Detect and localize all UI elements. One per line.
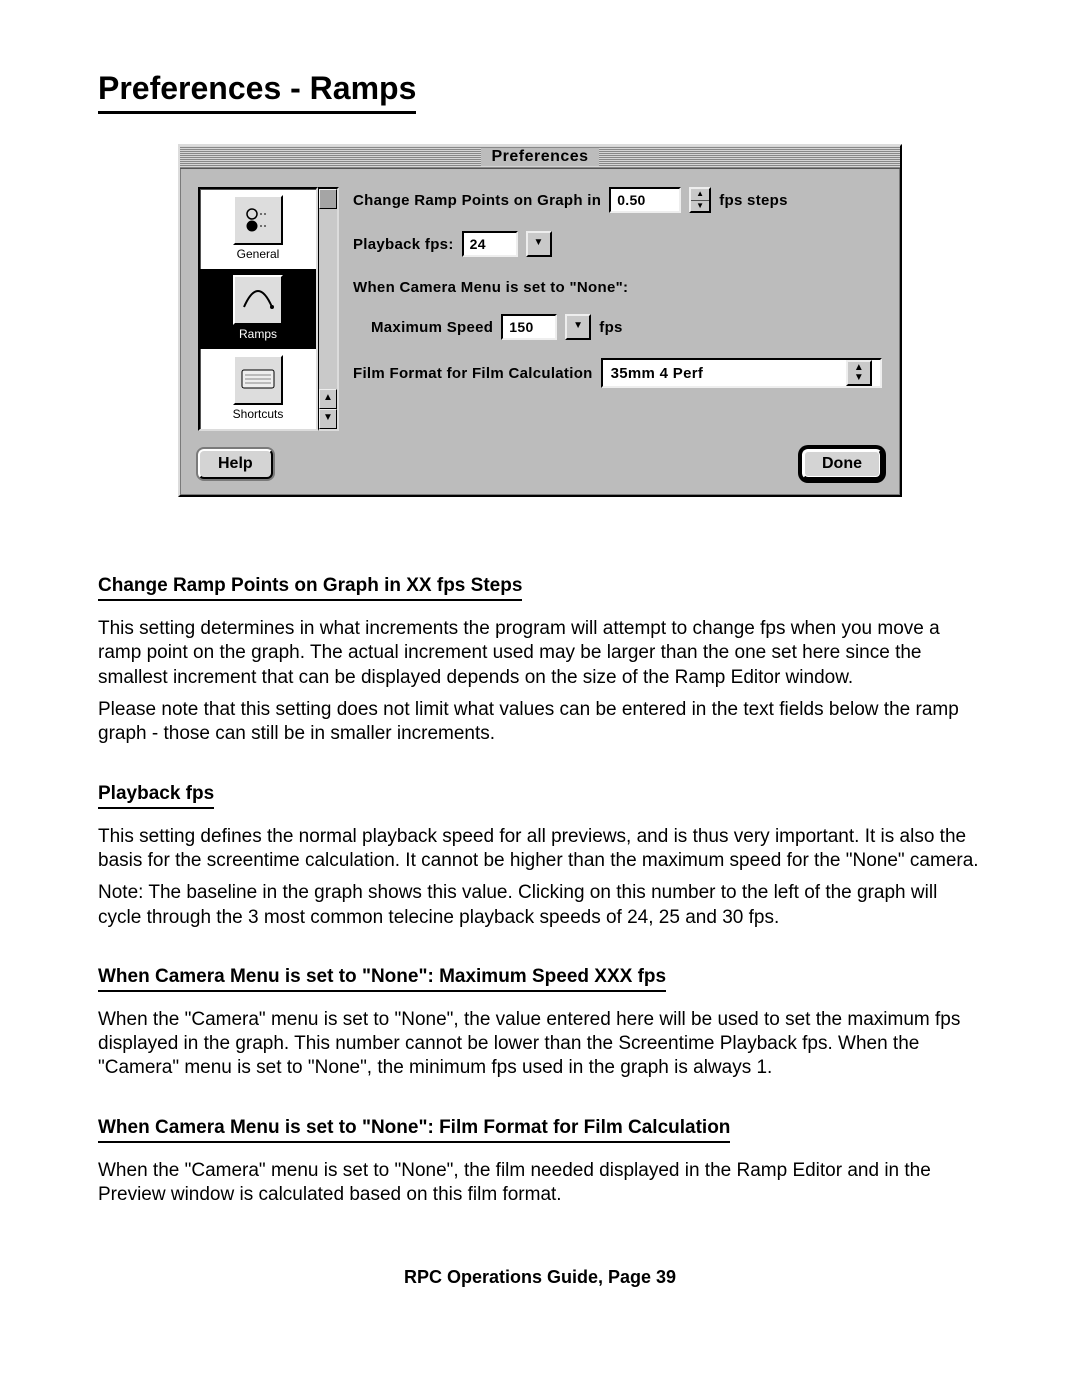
scrollbar-track[interactable] — [319, 209, 337, 389]
ramp-points-input[interactable]: 0.50 — [609, 187, 681, 213]
preferences-form: Change Ramp Points on Graph in 0.50 ▲▼ f… — [353, 187, 882, 431]
ramp-points-stepper[interactable]: ▲▼ — [689, 187, 711, 213]
film-format-dropdown-icon[interactable]: ▲▼ — [846, 360, 872, 386]
category-sidebar: General Ramps Shortcuts — [198, 187, 318, 431]
section: When Camera Menu is set to "None": Film … — [98, 1089, 982, 1208]
scroll-down-icon[interactable]: ▼ — [319, 409, 337, 429]
section-heading: Playback fps — [98, 783, 214, 809]
film-format-value: 35mm 4 Perf — [611, 365, 704, 382]
scrollbar-thumb[interactable] — [319, 189, 337, 209]
page-footer: RPC Operations Guide, Page 39 — [98, 1267, 982, 1288]
sidebar-item-shortcuts[interactable]: Shortcuts — [200, 349, 316, 429]
film-format-label: Film Format for Film Calculation — [353, 365, 593, 382]
preferences-dialog: Preferences General Ramps — [178, 144, 902, 497]
section-heading: When Camera Menu is set to "None": Film … — [98, 1117, 730, 1143]
section-para: Note: The baseline in the graph shows th… — [98, 881, 982, 930]
max-speed-suffix: fps — [599, 319, 622, 336]
section: When Camera Menu is set to "None": Maxim… — [98, 938, 982, 1081]
section-heading: When Camera Menu is set to "None": Maxim… — [98, 966, 666, 992]
max-speed-label: Maximum Speed — [371, 319, 493, 336]
ramp-points-suffix: fps steps — [719, 192, 788, 209]
max-speed-input[interactable]: 150 — [501, 314, 557, 340]
sidebar-item-label: General — [204, 247, 312, 261]
page-title: Preferences - Ramps — [98, 70, 416, 114]
dialog-titlebar[interactable]: Preferences — [180, 146, 900, 169]
ramp-points-label: Change Ramp Points on Graph in — [353, 192, 601, 209]
playback-fps-input[interactable]: 24 — [462, 231, 518, 257]
scroll-up-icon[interactable]: ▲ — [319, 389, 337, 409]
ramp-curve-icon — [233, 275, 283, 325]
section-para: When the "Camera" menu is set to "None",… — [98, 1008, 982, 1081]
keyboard-icon — [233, 355, 283, 405]
max-speed-dropdown-icon[interactable]: ▼ — [565, 314, 591, 340]
section-para: This setting defines the normal playback… — [98, 825, 982, 874]
playback-fps-label: Playback fps: — [353, 236, 454, 253]
playback-fps-dropdown-icon[interactable]: ▼ — [526, 231, 552, 257]
sidebar-item-label: Ramps — [204, 327, 312, 341]
sidebar-item-general[interactable]: General — [200, 189, 316, 269]
film-format-select[interactable]: 35mm 4 Perf ▲▼ — [601, 358, 882, 388]
section-para: Please note that this setting does not l… — [98, 698, 982, 747]
section: Playback fps This setting defines the no… — [98, 755, 982, 930]
sidebar-item-label: Shortcuts — [204, 407, 312, 421]
section-para: This setting determines in what incremen… — [98, 617, 982, 690]
dialog-title: Preferences — [481, 148, 598, 166]
sidebar-item-ramps[interactable]: Ramps — [200, 269, 316, 349]
sidebar-scrollbar[interactable]: ▲ ▼ — [318, 187, 339, 431]
done-button[interactable]: Done — [802, 449, 882, 479]
section-heading: Change Ramp Points on Graph in XX fps St… — [98, 575, 522, 601]
help-button[interactable]: Help — [198, 449, 273, 479]
section: Change Ramp Points on Graph in XX fps St… — [98, 547, 982, 747]
section-para: When the "Camera" menu is set to "None",… — [98, 1159, 982, 1208]
radio-buttons-icon — [233, 195, 283, 245]
none-section-heading: When Camera Menu is set to "None": — [353, 279, 628, 296]
